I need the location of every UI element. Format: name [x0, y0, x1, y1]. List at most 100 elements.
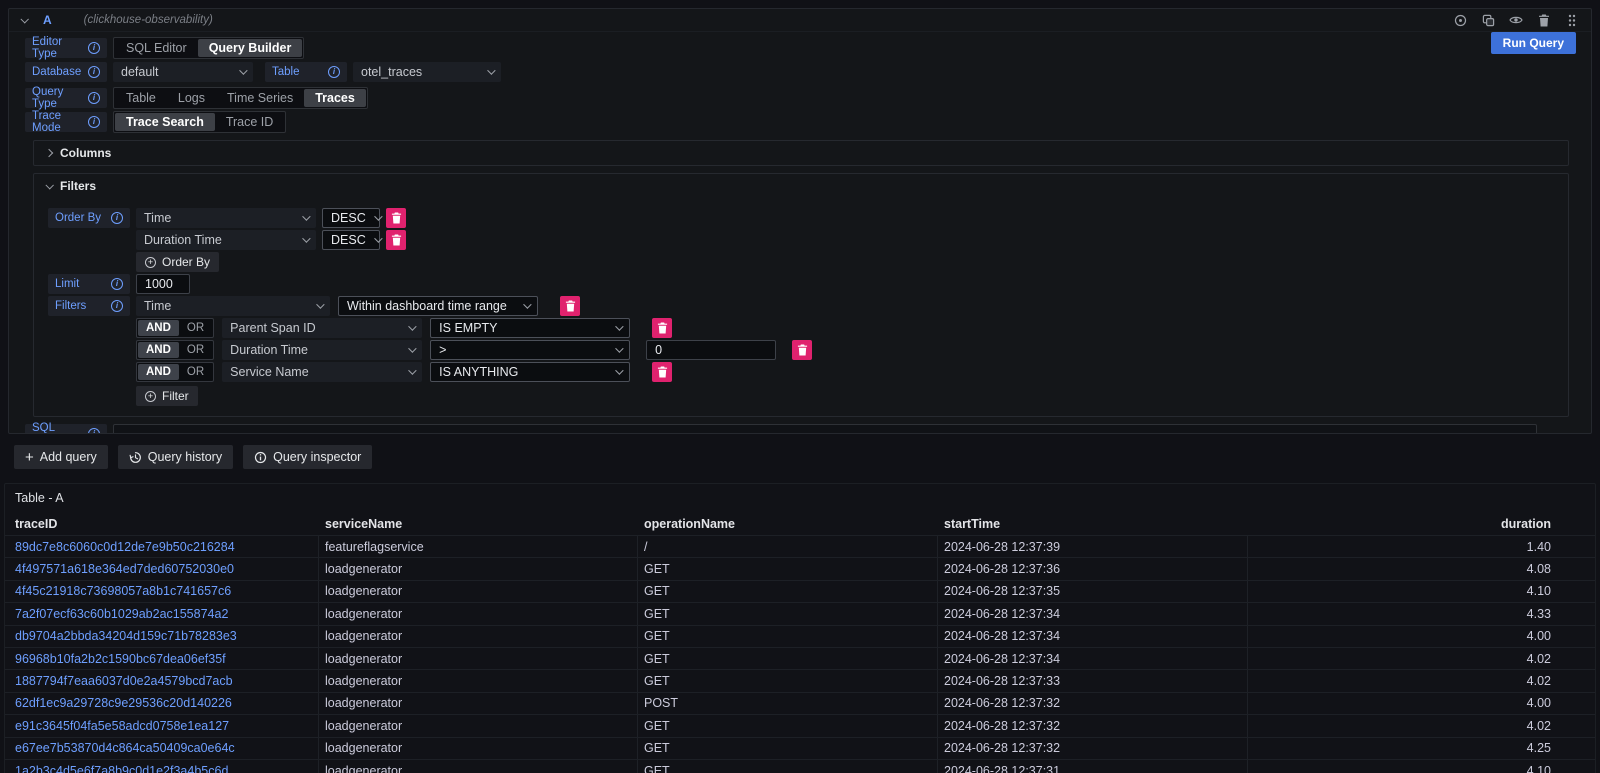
limit-input[interactable] — [136, 274, 190, 294]
operation-name-cell: POST — [638, 693, 938, 714]
panel-title: Table - A — [5, 484, 1595, 512]
run-query-button[interactable]: Run Query — [1491, 32, 1576, 54]
remove-filter-button[interactable] — [652, 318, 672, 338]
query-type-table[interactable]: Table — [115, 89, 167, 107]
info-icon[interactable] — [88, 116, 100, 128]
editor-type-radio-group: SQL Editor Query Builder — [113, 37, 304, 59]
duration-cell: 4.10 — [1248, 760, 1595, 773]
remove-filter-button[interactable] — [560, 296, 580, 316]
or-option[interactable]: OR — [179, 320, 212, 336]
query-row-header[interactable]: A (clickhouse-observability) — [9, 9, 1591, 32]
filter-field-select[interactable]: Time — [136, 296, 330, 316]
info-icon[interactable] — [88, 92, 100, 104]
service-name-cell: loadgenerator — [319, 760, 638, 773]
trace-id-link[interactable]: db9704a2bbda34204d159c71b78283e3 — [5, 626, 319, 647]
query-history-button[interactable]: Query history — [118, 445, 233, 469]
collapse-chevron-icon[interactable] — [20, 15, 28, 23]
trace-id-link[interactable]: 4f45c21918c73698057a8b1c741657c6 — [5, 581, 319, 602]
filter-operator-select[interactable]: IS EMPTY — [430, 318, 630, 338]
info-icon[interactable] — [88, 42, 100, 54]
start-time-cell: 2024-06-28 12:37:32 — [938, 738, 1248, 759]
table-row: 62df1ec9a29728c9e29536c20d140226loadgene… — [5, 692, 1595, 714]
table-select[interactable]: otel_traces — [353, 62, 501, 82]
operation-name-cell: GET — [638, 738, 938, 759]
trace-id-link[interactable]: 89dc7e8c6060c0d12de7e9b50c216284 — [5, 536, 319, 557]
trace-id-link[interactable]: 7a2f07ecf63c60b1029ab2ac155874a2 — [5, 603, 319, 624]
info-icon[interactable] — [328, 66, 340, 78]
table-row: 1a2b3c4d5e6f7a8b9c0d1e2f3a4b5c6dloadgene… — [5, 759, 1595, 773]
filter-operator-select[interactable]: Within dashboard time range — [338, 296, 538, 316]
or-option[interactable]: OR — [179, 342, 212, 358]
add-filter-button[interactable]: Filter — [136, 386, 198, 406]
trace-id-link[interactable]: 96968b10fa2b2c1590bc67dea06ef35f — [5, 648, 319, 669]
start-time-cell: 2024-06-28 12:37:39 — [938, 536, 1248, 557]
operation-name-cell: GET — [638, 715, 938, 736]
table-panel: Table - A traceID serviceName operationN… — [4, 483, 1596, 773]
column-header-servicename[interactable]: serviceName — [319, 517, 638, 531]
trace-id-link[interactable]: 62df1ec9a29728c9e29536c20d140226 — [5, 693, 319, 714]
query-type-logs[interactable]: Logs — [167, 89, 216, 107]
trace-mode-trace-search[interactable]: Trace Search — [115, 113, 215, 131]
column-header-operationname[interactable]: operationName — [638, 517, 938, 531]
trace-mode-trace-id[interactable]: Trace ID — [215, 113, 284, 131]
info-icon[interactable] — [88, 428, 100, 434]
remove-filter-button[interactable] — [652, 362, 672, 382]
remove-filter-button[interactable] — [792, 340, 812, 360]
filter-field-select[interactable]: Parent Span ID — [222, 318, 422, 338]
info-icon[interactable] — [111, 278, 123, 290]
trace-id-link[interactable]: 1a2b3c4d5e6f7a8b9c0d1e2f3a4b5c6d — [5, 760, 319, 773]
start-time-cell: 2024-06-28 12:37:34 — [938, 603, 1248, 624]
info-icon[interactable] — [111, 212, 123, 224]
editor-type-sql-editor[interactable]: SQL Editor — [115, 39, 198, 57]
query-type-traces[interactable]: Traces — [304, 89, 366, 107]
order-by-direction-select[interactable]: DESC — [322, 230, 380, 250]
service-name-cell: loadgenerator — [319, 581, 638, 602]
add-query-button[interactable]: + Add query — [14, 445, 108, 469]
start-time-cell: 2024-06-28 12:37:33 — [938, 670, 1248, 691]
trace-id-link[interactable]: 4f497571a618e364ed7ded60752030e0 — [5, 558, 319, 579]
duplicate-query-icon[interactable] — [1481, 13, 1495, 27]
conjunction-toggle: AND OR — [136, 362, 214, 382]
trace-id-link[interactable]: 1887794f7eaa6037d0e2a4579bcd7acb — [5, 670, 319, 691]
filter-operator-select[interactable]: IS ANYTHING — [430, 362, 630, 382]
remove-query-trash-icon[interactable] — [1537, 13, 1551, 27]
order-by-field-select[interactable]: Time — [136, 208, 316, 228]
info-icon[interactable] — [111, 300, 123, 312]
table-row: 1887794f7eaa6037d0e2a4579bcd7acbloadgene… — [5, 669, 1595, 691]
query-inspector-button[interactable]: Query inspector — [243, 445, 372, 469]
column-header-starttime[interactable]: startTime — [938, 517, 1248, 531]
operation-name-cell: GET — [638, 581, 938, 602]
filter-operator-select[interactable]: > — [430, 340, 630, 360]
column-header-traceid[interactable]: traceID — [5, 517, 319, 531]
columns-section-header[interactable]: Columns — [34, 141, 1568, 165]
hide-query-eye-icon[interactable] — [1509, 13, 1523, 27]
remove-order-by-button[interactable] — [386, 230, 406, 250]
drag-handle-icon[interactable] — [1565, 13, 1579, 27]
database-label: Database — [25, 62, 107, 82]
order-by-direction-select[interactable]: DESC — [322, 208, 380, 228]
query-type-time-series[interactable]: Time Series — [216, 89, 304, 107]
filter-field-select[interactable]: Service Name — [222, 362, 422, 382]
remove-order-by-button[interactable] — [386, 208, 406, 228]
or-option[interactable]: OR — [179, 364, 212, 380]
chevron-down-icon — [615, 344, 623, 352]
database-select[interactable]: default — [113, 62, 253, 82]
chevron-down-icon — [302, 212, 310, 220]
editor-type-query-builder[interactable]: Query Builder — [198, 39, 303, 57]
duration-cell: 4.33 — [1248, 603, 1595, 624]
sql-preview-text: SELECT "TraceId" as traceID, "ServiceNam… — [113, 424, 1537, 434]
column-header-duration[interactable]: duration — [1248, 517, 1595, 531]
info-icon[interactable] — [88, 66, 100, 78]
and-option[interactable]: AND — [138, 342, 179, 358]
filters-section-header[interactable]: Filters — [34, 174, 1568, 198]
filter-value-input[interactable] — [646, 340, 776, 360]
chevron-down-icon — [408, 366, 416, 374]
order-by-field-select[interactable]: Duration Time — [136, 230, 316, 250]
trace-id-link[interactable]: e91c3645f04fa5e58adcd0758e1ea127 — [5, 715, 319, 736]
and-option[interactable]: AND — [138, 364, 179, 380]
filter-field-select[interactable]: Duration Time — [222, 340, 422, 360]
trace-id-link[interactable]: e67ee7b53870d4c864ca50409ca0e64c — [5, 738, 319, 759]
help-icon[interactable] — [1453, 13, 1467, 27]
and-option[interactable]: AND — [138, 320, 179, 336]
add-order-by-button[interactable]: Order By — [136, 252, 219, 272]
